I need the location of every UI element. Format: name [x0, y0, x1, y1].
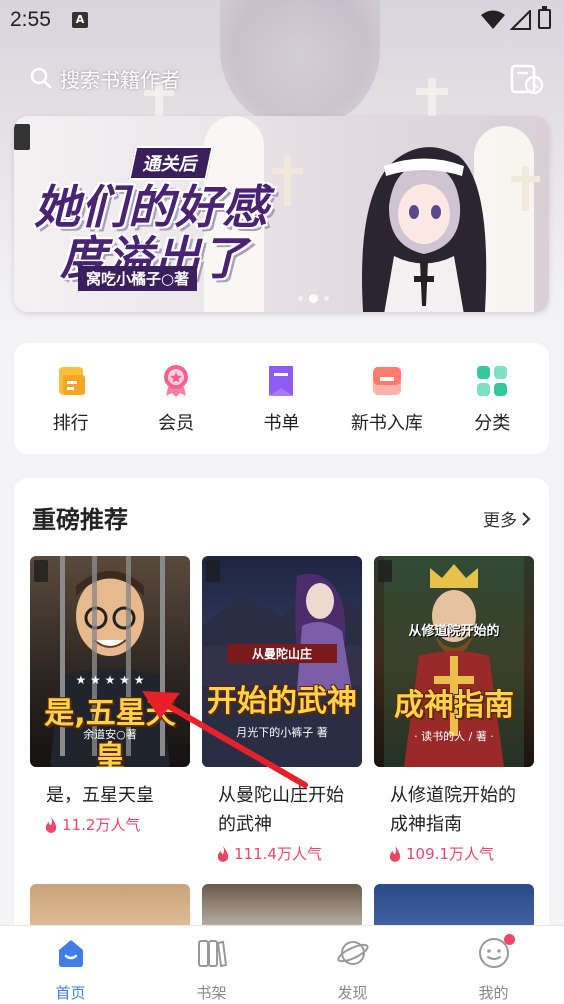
- quick-nav-label: 新书入库: [350, 412, 423, 434]
- publisher-logo: [34, 560, 48, 582]
- popularity-text: 111.4万人气: [234, 845, 322, 863]
- quick-nav-label: 书单: [263, 412, 300, 434]
- fire-icon: [45, 816, 57, 833]
- bottom-tab-bar: 首页 书架 发现 我的: [0, 925, 564, 1004]
- cover-author: · 读书的人 / 著 ·: [414, 730, 494, 743]
- tab-mine[interactable]: 我的: [444, 934, 544, 1003]
- tab-label: 书架: [196, 984, 227, 1002]
- notification-icon: A: [72, 12, 88, 28]
- tab-home[interactable]: 首页: [21, 936, 121, 1003]
- category-grid-icon: [477, 365, 508, 396]
- signal-icon: [510, 10, 531, 30]
- publisher-logo: [378, 560, 392, 582]
- more-link[interactable]: 更多: [483, 506, 531, 531]
- new-book-icon: [372, 366, 401, 395]
- annotation-arrow-icon: [142, 691, 308, 788]
- quick-nav: 排行 会员 书单 新书入库 分类: [14, 343, 549, 454]
- ranking-icon: [58, 366, 85, 395]
- bookshelf-icon: [197, 940, 227, 968]
- tab-bookshelf[interactable]: 书架: [162, 936, 262, 1003]
- quick-nav-booklist[interactable]: 书单: [231, 363, 331, 435]
- chevron-right-icon: [522, 511, 531, 526]
- banner-dot[interactable]: [298, 296, 303, 301]
- tab-label: 首页: [55, 984, 86, 1002]
- banner-cross: [272, 168, 303, 174]
- book-popularity: 109.1万人气: [374, 843, 534, 864]
- banner-cross: [511, 176, 540, 182]
- fire-icon: [389, 845, 401, 862]
- quick-nav-vip[interactable]: 会员: [126, 363, 226, 435]
- search-icon: [30, 67, 52, 89]
- home-icon: [58, 940, 83, 967]
- booklist-bookmark-icon: [269, 365, 294, 396]
- book-popularity: 111.4万人气: [202, 843, 362, 864]
- tab-label: 发现: [337, 984, 368, 1002]
- quick-nav-label: 会员: [158, 412, 195, 434]
- publisher-logo: [206, 560, 220, 582]
- fire-icon: [217, 845, 229, 862]
- search-bar[interactable]: 搜索书籍作者: [30, 58, 470, 98]
- vip-badge-icon: [164, 364, 189, 397]
- status-time: 2:55: [10, 8, 51, 31]
- banner-dot[interactable]: [324, 296, 329, 301]
- banner-author: 窝吃小橘子○著: [78, 266, 198, 291]
- book-card[interactable]: 从修道院开始的 成神指南 · 读书的人 / 著 · 从修道院开始的成神指南 10…: [374, 556, 534, 864]
- publisher-logo: [14, 124, 30, 150]
- reading-history-icon[interactable]: [508, 60, 546, 98]
- quick-nav-label: 分类: [474, 412, 511, 434]
- search-placeholder: 搜索书籍作者: [60, 67, 180, 92]
- banner-dot-active[interactable]: [309, 294, 318, 303]
- promo-banner[interactable]: 通关后 她们的好感 度溢出了 窝吃小橘子○著: [14, 116, 549, 312]
- status-bar: 2:55 A: [0, 0, 564, 40]
- notification-dot: [503, 934, 515, 945]
- battery-icon: [538, 6, 551, 29]
- quick-nav-category[interactable]: 分类: [442, 363, 542, 435]
- tab-label: 我的: [478, 984, 509, 1002]
- popularity-text: 109.1万人气: [406, 845, 494, 863]
- quick-nav-ranking[interactable]: 排行: [21, 363, 121, 435]
- cover-tag: 从曼陀山庄: [227, 644, 337, 663]
- book-popularity: 11.2万人气: [30, 814, 190, 835]
- book-cover[interactable]: 从修道院开始的 成神指南 · 读书的人 / 著 ·: [374, 556, 534, 767]
- more-label: 更多: [483, 511, 517, 531]
- planet-icon: [336, 941, 369, 965]
- banner-pagination: [298, 294, 329, 303]
- popularity-text: 11.2万人气: [62, 816, 141, 834]
- book-title[interactable]: 从修道院开始的成神指南: [374, 781, 534, 839]
- quick-nav-new-books[interactable]: 新书入库: [337, 363, 437, 435]
- banner-cross: [522, 166, 529, 211]
- quick-nav-label: 排行: [52, 412, 89, 434]
- section-title: 重磅推荐: [32, 506, 128, 534]
- tab-discover[interactable]: 发现: [303, 936, 403, 1003]
- cover-title: 成神指南: [394, 688, 514, 723]
- banner-character-illustration: [362, 147, 487, 312]
- wifi-icon: [481, 10, 505, 29]
- cover-tag: 从修道院开始的: [408, 624, 500, 639]
- banner-cross: [284, 156, 291, 206]
